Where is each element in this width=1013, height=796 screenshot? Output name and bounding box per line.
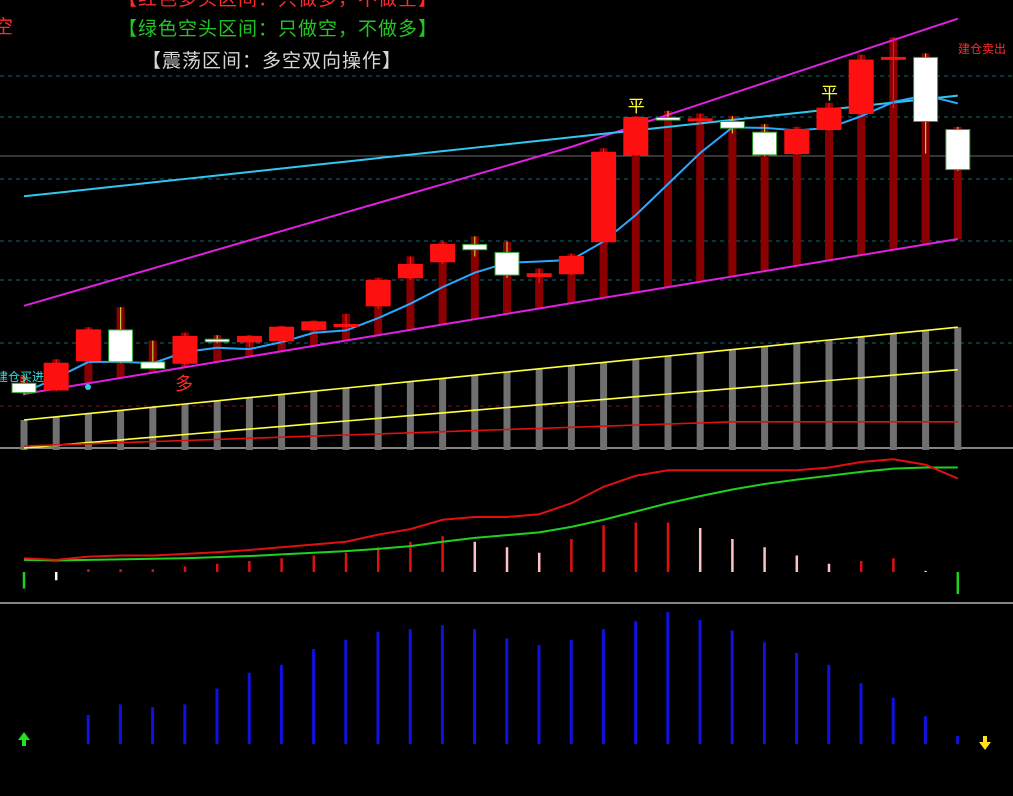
- candle: [301, 321, 327, 331]
- lower-yellow-line: [23, 368, 958, 449]
- strength-bar: [149, 407, 157, 450]
- candle: [75, 329, 101, 362]
- strength-bar: [245, 397, 253, 450]
- candle: [880, 56, 906, 60]
- candle: [140, 361, 166, 370]
- legend-green-zone: 【绿色空头区间：只做空，不做多】: [118, 18, 439, 40]
- candle: [494, 251, 520, 276]
- strength-bar: [761, 346, 769, 450]
- strength-bar: [471, 375, 479, 450]
- strength-bar: [213, 400, 221, 450]
- strength-bar: [278, 394, 286, 450]
- fast-ma-line: [23, 94, 959, 394]
- strength-bar: [632, 359, 640, 450]
- candle: [719, 121, 745, 129]
- strength-bar: [793, 343, 801, 450]
- candle: [11, 382, 37, 394]
- strength-bar: [181, 404, 189, 450]
- candle: [816, 107, 842, 131]
- strength-bar: [535, 368, 543, 450]
- strength-bar: [664, 356, 672, 450]
- strength-bar: [600, 362, 608, 450]
- strength-bar: [342, 388, 350, 450]
- strength-bar: [310, 391, 318, 450]
- candle: [848, 59, 874, 114]
- candle: [687, 118, 713, 122]
- candle: [365, 279, 391, 307]
- candle: [43, 362, 69, 391]
- strength-bar: [825, 340, 833, 450]
- strength-bar: [567, 365, 575, 450]
- strength-bar: [503, 372, 511, 450]
- candle: [108, 329, 134, 363]
- buy-signal-label: 建仓买进: [0, 370, 44, 384]
- candle: [236, 336, 262, 343]
- dif-line: [23, 458, 959, 561]
- candle: [784, 129, 810, 155]
- candle: [526, 273, 552, 277]
- trend-bar: [664, 110, 672, 288]
- candle: [333, 324, 359, 328]
- strength-bar: [439, 378, 447, 450]
- strength-bar: [889, 333, 897, 450]
- strength-bar: [954, 327, 962, 450]
- down-arrow-icon: [979, 736, 991, 750]
- candle: [430, 243, 456, 263]
- dea-line: [23, 466, 958, 562]
- long-signal-label: 多: [175, 374, 193, 395]
- candle: [913, 56, 939, 123]
- strength-bar: [728, 349, 736, 450]
- candle: [558, 255, 584, 275]
- legend-red-zone: 【红色多头区间：只做多，不做空】: [118, 0, 438, 11]
- up-arrow-icon: [18, 732, 30, 746]
- candle: [462, 243, 488, 251]
- flat-signal-label: 平: [628, 97, 645, 117]
- lower-band-line: [23, 238, 958, 395]
- strength-bar: [922, 330, 930, 450]
- candle: [269, 326, 295, 342]
- candle: [397, 263, 423, 279]
- candle: [752, 131, 778, 156]
- trend-bar: [728, 116, 737, 277]
- strength-bar: [117, 410, 125, 450]
- candle: [204, 338, 230, 343]
- red-base-line: [23, 421, 958, 447]
- stock-chart-canvas: 平平建仓买进建仓卖出多: [0, 17, 1013, 750]
- candle: [655, 117, 681, 121]
- strength-bar: [696, 352, 704, 450]
- flat-signal-label: 平: [821, 84, 838, 104]
- candle: [591, 151, 617, 243]
- trend-bar: [696, 113, 705, 282]
- chart-stage: 平平建仓买进建仓卖出多 【红色多头区间：只做多，不做空】 【绿色空头区间：只做空…: [0, 0, 1013, 796]
- legend-range-zone: 【震荡区间：多空双向操作】: [142, 50, 403, 72]
- ma-cross-dot: [85, 384, 91, 390]
- candle: [945, 129, 971, 171]
- candle: [623, 117, 649, 156]
- sell-signal-label: 建仓卖出: [958, 42, 1006, 56]
- candle: [172, 336, 198, 364]
- edge-short-label: 空: [0, 16, 14, 38]
- strength-bar: [857, 336, 865, 450]
